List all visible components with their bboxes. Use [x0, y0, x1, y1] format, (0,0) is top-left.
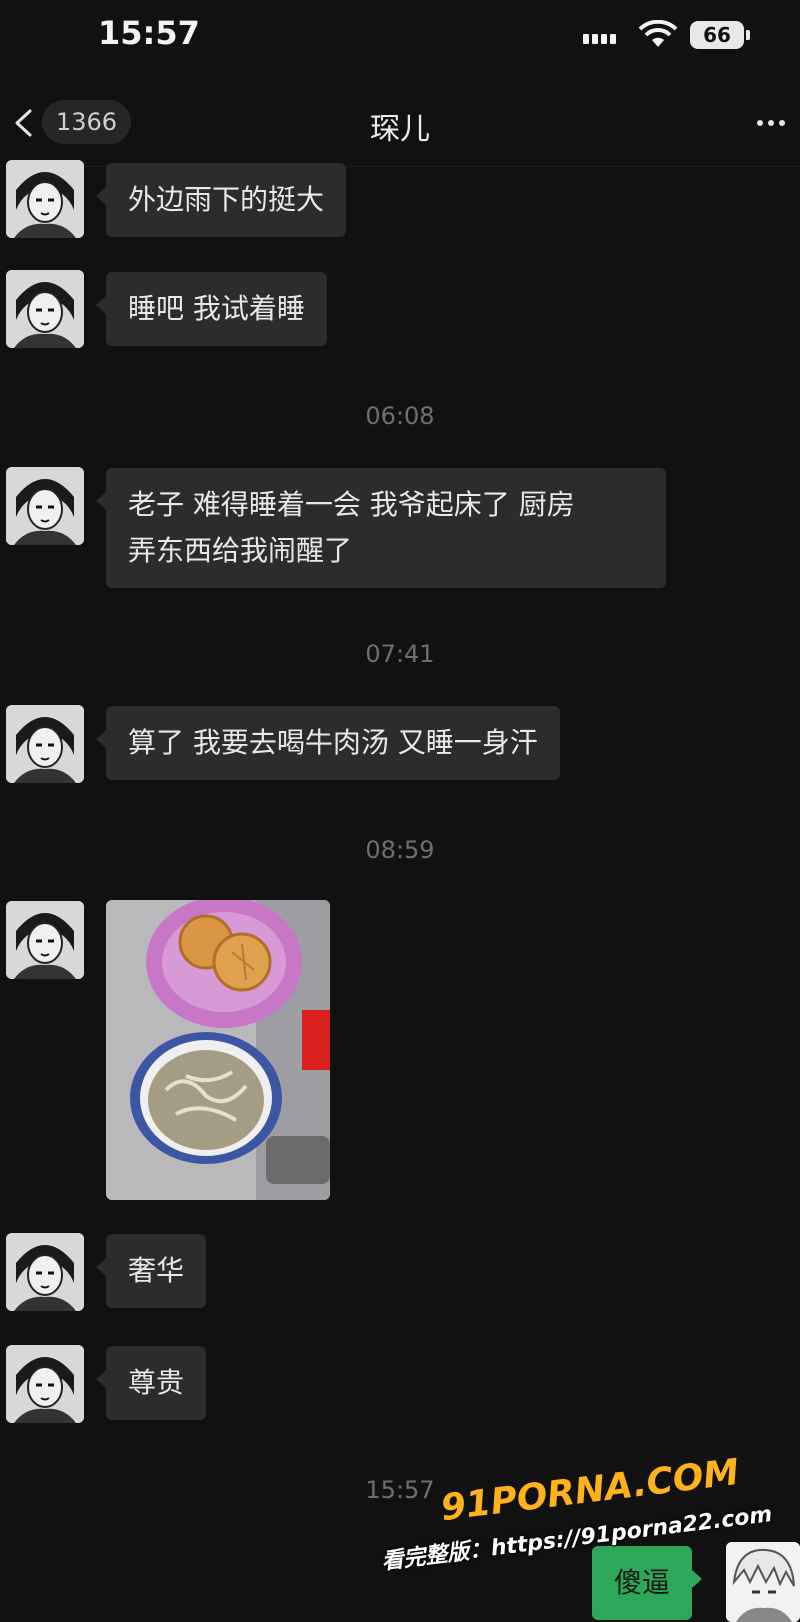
beef-soup-photo: [106, 900, 330, 1200]
food-photo-message[interactable]: [106, 900, 330, 1200]
cellular-signal-icon: [583, 34, 616, 44]
peer-avatar[interactable]: [6, 901, 84, 979]
message-bubble[interactable]: 外边雨下的挺大: [95, 163, 347, 237]
message-bubble[interactable]: 算了 我要去喝牛肉汤 又睡一身汗: [96, 706, 560, 780]
peer-avatar[interactable]: [6, 467, 84, 545]
message-timestamp: 07:41: [365, 640, 435, 668]
peer-avatar[interactable]: [6, 160, 84, 238]
watermark: 91PORNA.COM 看完整版：https://91porna22.com: [380, 1452, 800, 1575]
manga-avatar-icon: [6, 705, 84, 783]
manga-avatar-icon: [6, 901, 84, 979]
message-bubble[interactable]: 尊贵: [95, 1346, 207, 1420]
message-bubble[interactable]: 奢华: [95, 1234, 207, 1308]
message-bubble[interactable]: 睡吧 我试着睡: [96, 272, 327, 346]
message-timestamp: 08:59: [365, 836, 435, 864]
message-line: 弄东西给我闹醒了: [128, 534, 353, 567]
manga-avatar-icon: [6, 160, 84, 238]
message-bubble[interactable]: 老子 难得睡着一会 我爷起床了 厨房 弄东西给我闹醒了: [96, 468, 666, 588]
status-bar: 15:57 66: [0, 0, 800, 80]
manga-avatar-icon: [6, 467, 84, 545]
status-time: 15:57: [98, 14, 200, 52]
chat-title: 琛儿: [370, 112, 430, 147]
message-line: 老子 难得睡着一会 我爷起床了 厨房: [128, 488, 575, 521]
message-timestamp: 06:08: [365, 402, 435, 430]
manga-avatar-icon: [6, 270, 84, 348]
peer-avatar[interactable]: [6, 1345, 84, 1423]
peer-avatar[interactable]: [6, 705, 84, 783]
manga-avatar-icon: [6, 1345, 84, 1423]
peer-avatar[interactable]: [6, 1233, 84, 1311]
battery-icon: 66: [690, 21, 744, 49]
chat-nav-bar: 1366 琛儿: [0, 80, 800, 167]
battery-tip: [746, 30, 750, 40]
peer-avatar[interactable]: [6, 270, 84, 348]
manga-avatar-icon: [6, 1233, 84, 1311]
wifi-icon: [638, 20, 678, 47]
more-options-icon[interactable]: [757, 120, 785, 126]
